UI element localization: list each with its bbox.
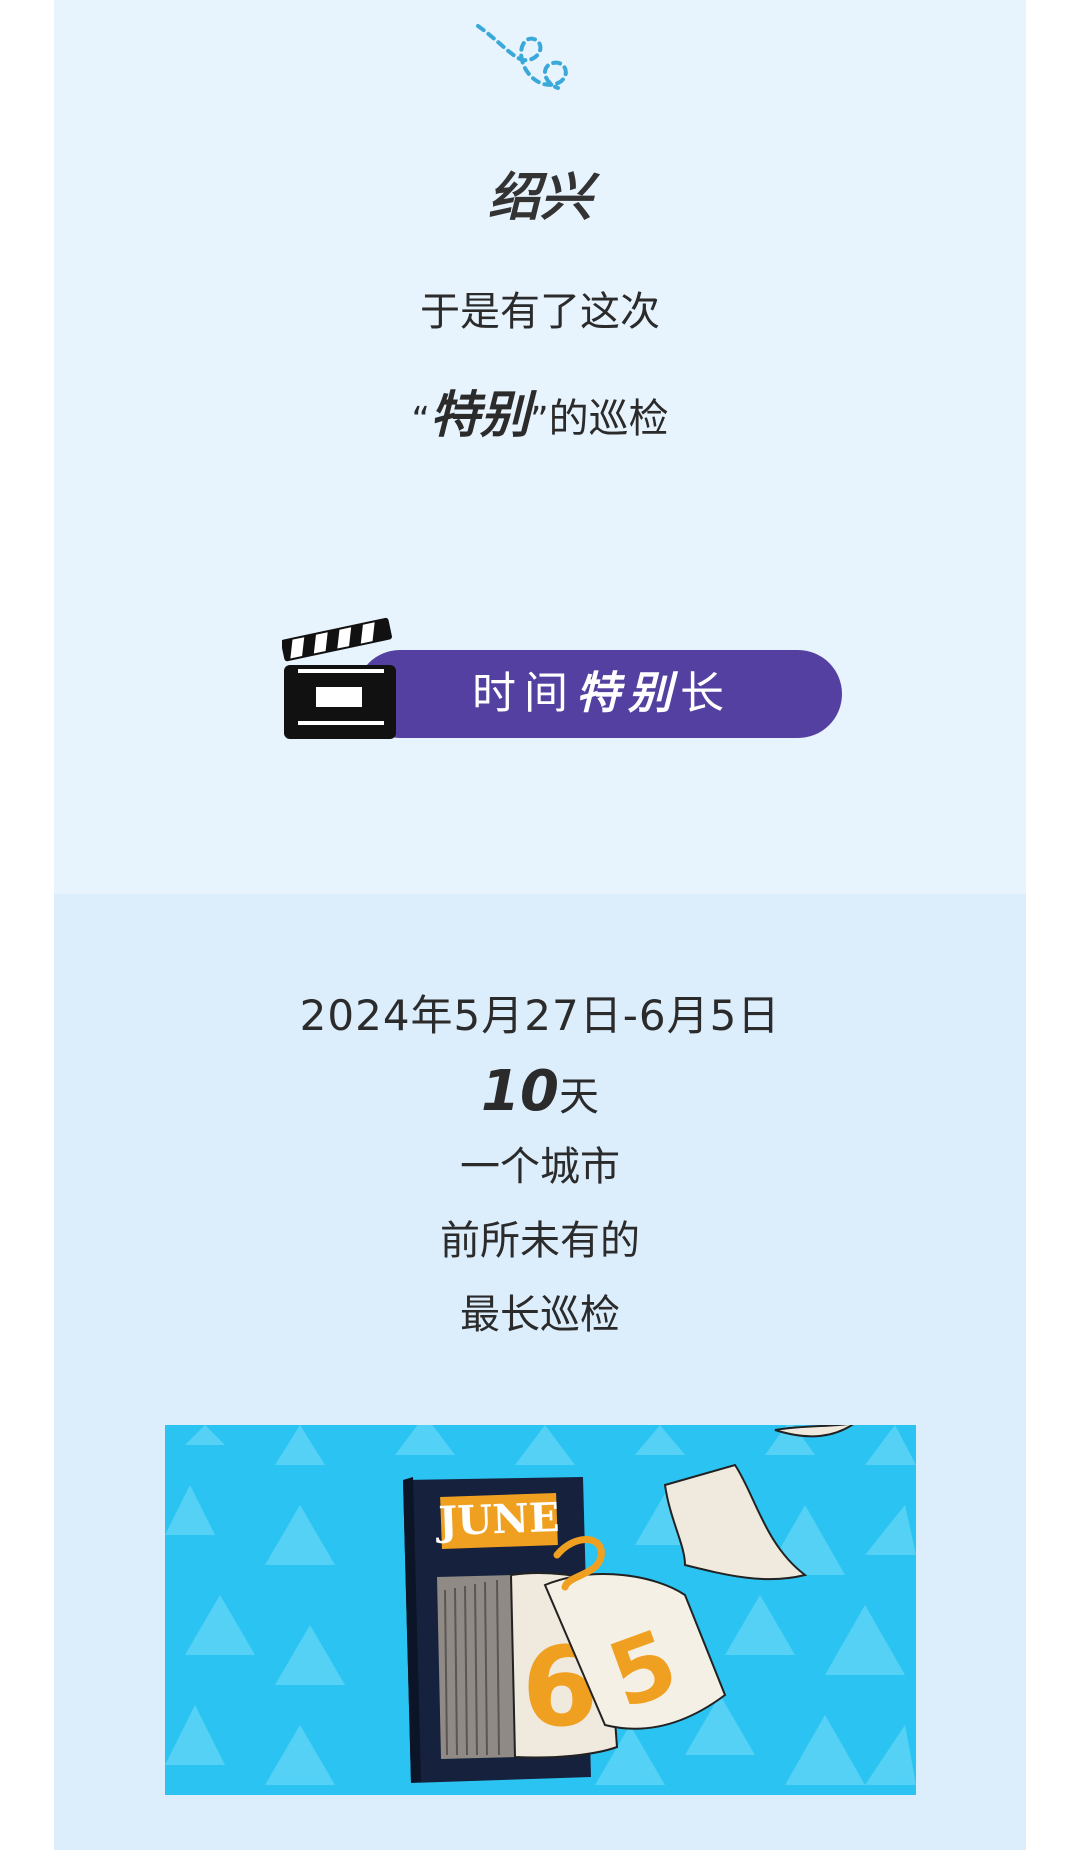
special-emphasis: 特别 bbox=[430, 386, 530, 444]
tag-emphasis: 特别 bbox=[576, 668, 680, 719]
unprecedented-line: 前所未有的 bbox=[440, 1218, 640, 1264]
days-number: 10 bbox=[481, 1059, 559, 1124]
dashed-loop-doodle-icon bbox=[476, 24, 568, 90]
time-special-long-tag: 时间特别长 bbox=[282, 617, 842, 741]
one-city-line: 一个城市 bbox=[460, 1144, 620, 1190]
open-quote: “ bbox=[411, 400, 430, 441]
article: 绍兴 于是有了这次 “特别”的巡检 时间特别长 2024年5月27日-6月5日 … bbox=[54, 0, 1026, 1850]
calendar-scene: JUNE 6 5 bbox=[165, 1425, 916, 1785]
intro-section: 绍兴 于是有了这次 “特别”的巡检 时间特别长 bbox=[54, 0, 1026, 894]
tag-suffix: 长 bbox=[680, 668, 732, 719]
date-range: 2024年5月27日-6月5日 bbox=[299, 991, 781, 1040]
tag-label: 时间特别长 bbox=[392, 650, 812, 738]
special-inspection-line: “特别”的巡检 bbox=[54, 390, 1026, 446]
intro-line: 于是有了这次 bbox=[420, 289, 660, 335]
flying-page bbox=[663, 1463, 808, 1581]
tag-prefix: 时间 bbox=[472, 668, 576, 719]
longest-inspection-line: 最长巡检 bbox=[460, 1292, 620, 1338]
close-quote: ” bbox=[530, 400, 549, 441]
duration-line: 10天 bbox=[54, 1060, 1026, 1137]
clapperboard-icon bbox=[282, 617, 396, 739]
calendar-illustration: JUNE 6 5 bbox=[165, 1425, 916, 1795]
city-title: 绍兴 bbox=[487, 168, 592, 228]
inspection-text: 的巡检 bbox=[548, 396, 669, 442]
days-unit: 天 bbox=[558, 1074, 599, 1120]
calendar-month-label: JUNE bbox=[435, 1494, 560, 1545]
